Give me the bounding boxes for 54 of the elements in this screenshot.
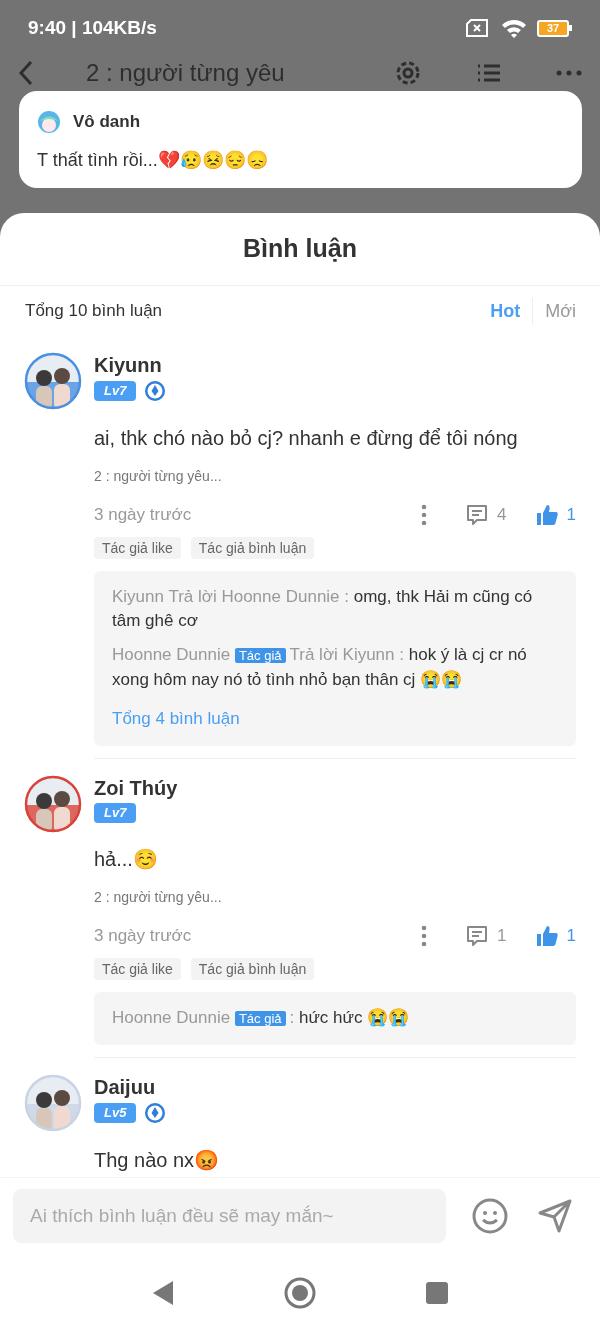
author-tag: Tác giả like <box>94 957 181 980</box>
emoji-icon[interactable] <box>472 1197 508 1234</box>
timestamp: 3 ngày trước <box>94 504 193 527</box>
thumbs-up-icon <box>534 923 559 948</box>
back-nav-icon[interactable] <box>152 1280 174 1306</box>
reply-text: Hoonne Dunnie Tác giả Trả lời Kiyunn : hok ý là cj cr nó xong hôm nay nó tỏ tình nhỏ bạn thân cj 😭😭 <box>112 644 528 691</box>
recents-nav-icon[interactable] <box>426 1282 448 1304</box>
chapter-label[interactable]: 2 : người từng yêu... <box>94 886 576 908</box>
notification-sender: Vô danh <box>73 111 141 133</box>
comment-icon <box>465 923 490 948</box>
like-button[interactable]: 1 <box>534 502 576 528</box>
comment-text: ai, thk chó nào bỏ cj? nhanh e đừng để tôi nóng <box>94 426 519 451</box>
list-icon[interactable] <box>476 63 502 83</box>
home-nav-icon[interactable] <box>284 1277 316 1309</box>
sim-error-icon <box>465 19 489 37</box>
sort-tab[interactable]: Hot <box>478 297 533 325</box>
settings-icon[interactable] <box>394 59 422 87</box>
level-badge: Lv7 <box>94 381 137 401</box>
commenter-name[interactable]: Daijuu <box>94 1073 576 1100</box>
author-tag: Tác giả bình luận <box>190 957 315 980</box>
commenter-name[interactable]: Zoi Thúy <box>94 774 576 801</box>
chapter-label[interactable]: 2 : người từng yêu... <box>94 466 576 487</box>
sheet-title: Bình luận <box>243 233 357 265</box>
comment-icon <box>465 503 490 527</box>
back-icon[interactable] <box>18 60 34 86</box>
reply-count-button[interactable]: 1 <box>465 922 507 949</box>
reply-count-button[interactable]: 4 <box>465 502 507 528</box>
commenter-name[interactable]: Kiyunn <box>94 352 576 378</box>
reply-text: Hoonne Dunnie Tác giả : hức hức 😭😭 <box>112 1006 411 1029</box>
thumbs-up-icon <box>534 503 559 527</box>
level-badge: Lv5 <box>94 1102 137 1123</box>
avatar-icon <box>37 109 61 134</box>
notification-message: T thất tình rồi...💔😥😣😔😞 <box>37 148 269 172</box>
level-badge: Lv7 <box>94 802 137 823</box>
battery-indicator: 37 <box>537 19 572 37</box>
reply-text: Kiyunn Trả lời Hoonne Dunnie : omg, thk Hải m cũng có tâm ghê cơ <box>112 586 534 632</box>
status-time: 9:40 | 104KB/s <box>28 15 158 40</box>
view-all-replies-link[interactable]: Tổng 4 bình luận <box>112 706 558 732</box>
author-tag: Tác giả bình luận <box>190 537 315 559</box>
more-icon[interactable] <box>421 504 428 526</box>
comment-text: Thg nào nx😡 <box>94 1147 221 1173</box>
comment-count: Tổng 10 bình luận <box>25 300 164 323</box>
more-icon[interactable] <box>421 924 428 947</box>
notification-card[interactable]: Vô danh T thất tình rồi...💔😥😣😔😞 <box>19 91 582 188</box>
sort-tab[interactable]: Mới <box>532 297 588 325</box>
timestamp: 3 ngày trước <box>94 924 193 947</box>
comment-text: hả...☺ <box>94 846 159 872</box>
wifi-icon <box>501 18 527 38</box>
author-tag: Tác giả like <box>94 537 181 559</box>
send-icon[interactable] <box>537 1197 573 1234</box>
chapter-title: 2 : người từng yêu <box>86 58 286 88</box>
like-button[interactable]: 1 <box>534 922 576 949</box>
more-icon[interactable] <box>556 70 582 76</box>
comment-input[interactable]: Ai thích bình luận đều sẽ may mắn~ <box>13 1188 446 1243</box>
